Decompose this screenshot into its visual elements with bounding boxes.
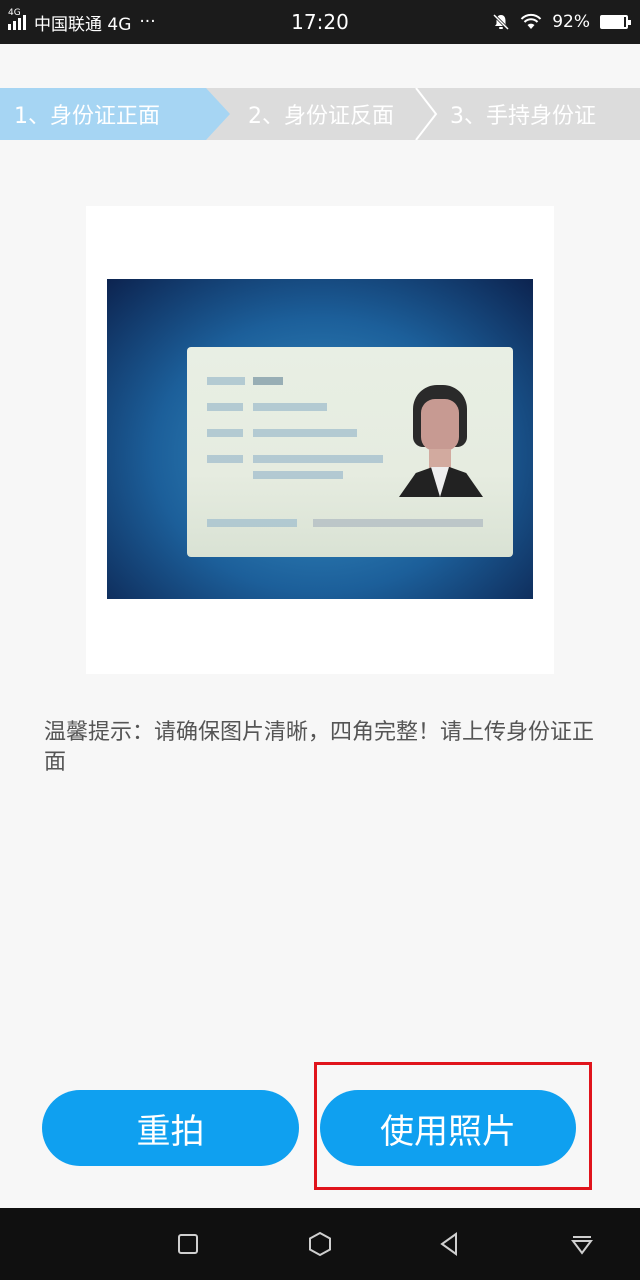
id-card-image	[187, 347, 513, 557]
more-dots: ···	[139, 12, 156, 32]
photo-preview-card	[86, 206, 554, 674]
status-bar: 4G 中国联通 4G ··· 17:20 92%	[0, 0, 640, 44]
battery-icon	[600, 15, 631, 29]
id-card-photo	[107, 279, 533, 599]
mute-bell-icon	[493, 13, 510, 31]
step-back: 2、身份证反面	[244, 88, 430, 140]
tip-text: 温馨提示：请确保图片清晰，四角完整！请上传身份证正面	[44, 720, 595, 775]
step-handheld-label: 3、手持身份证	[450, 104, 596, 129]
triangle-back-icon[interactable]	[436, 1230, 464, 1258]
battery-percent: 92%	[552, 12, 590, 32]
wifi-icon	[520, 13, 542, 29]
square-icon[interactable]	[174, 1230, 202, 1258]
step-back-label: 2、身份证反面	[248, 104, 394, 129]
step-front-label: 1、身份证正面	[14, 104, 160, 129]
step-progress: 1、身份证正面 2、身份证反面 3、手持身份证	[0, 88, 640, 140]
status-right: 92%	[492, 12, 631, 32]
use-photo-button[interactable]: 使用照片	[320, 1090, 576, 1166]
status-left: 4G 中国联通 4G ···	[8, 8, 156, 35]
navigation-bar	[0, 1208, 640, 1280]
signal-icon: 4G	[8, 8, 26, 30]
hexagon-icon[interactable]	[306, 1230, 334, 1258]
carrier-label: 中国联通 4G	[34, 14, 132, 35]
step-handheld: 3、手持身份证	[450, 88, 640, 140]
network-tag: 4G	[8, 8, 21, 18]
down-triangle-icon[interactable]	[568, 1230, 596, 1258]
portrait-icon	[399, 385, 483, 497]
step-front: 1、身份证正面	[0, 88, 230, 140]
retake-button[interactable]: 重拍	[42, 1090, 299, 1166]
